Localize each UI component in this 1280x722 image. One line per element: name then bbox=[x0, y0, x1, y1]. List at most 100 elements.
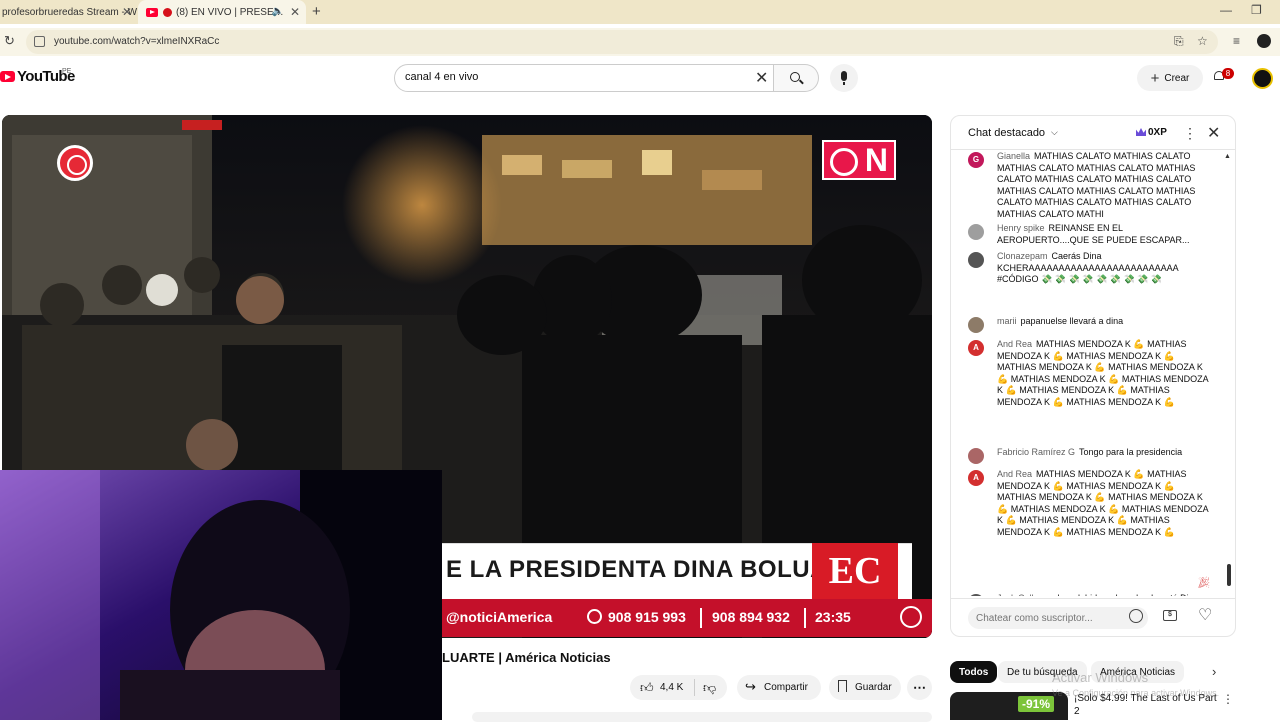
reading-list-icon[interactable]: ≡ bbox=[1233, 34, 1240, 48]
chat-author-avatar[interactable] bbox=[968, 448, 984, 464]
chat-message[interactable]: A And Rea MATHIAS MENDOZA K 💪 MATHIAS MEND… bbox=[968, 339, 1213, 408]
money-with-wings-icon: 💸 bbox=[1095, 274, 1108, 284]
account-avatar[interactable] bbox=[1252, 68, 1273, 89]
like-icon[interactable]: 👍︎ bbox=[640, 680, 654, 696]
speaker-icon[interactable]: 🔈 bbox=[272, 6, 284, 17]
more-actions-button[interactable]: ⋯ bbox=[907, 675, 932, 700]
chat-author-avatar[interactable] bbox=[968, 317, 984, 333]
money-with-wings-icon: 💸 bbox=[1054, 274, 1066, 284]
chat-message-text: MATHIAS MENDOZA K bbox=[1108, 362, 1203, 372]
search-button[interactable] bbox=[774, 64, 819, 92]
clear-search-icon[interactable]: ✕ bbox=[755, 68, 768, 88]
chat-author-name[interactable]: marii bbox=[997, 316, 1017, 326]
more-vert-icon[interactable]: ⋮ bbox=[1222, 692, 1234, 706]
chevron-down-icon[interactable]: ⌵ bbox=[1051, 127, 1058, 138]
emoji-picker-icon[interactable] bbox=[1129, 609, 1143, 623]
super-chat-icon[interactable]: $ bbox=[1163, 610, 1177, 621]
search-icon bbox=[790, 72, 800, 82]
money-with-wings-icon: 💸 bbox=[1082, 274, 1094, 284]
chat-author-name[interactable]: And Rea bbox=[997, 339, 1032, 349]
chat-message[interactable]: A And Rea MATHIAS MENDOZA K 💪 MATHIAS MEND… bbox=[968, 469, 1213, 538]
youtube-play-icon bbox=[0, 71, 15, 82]
chat-message[interactable]: Jack Calleneo han debido rodear donde est… bbox=[968, 593, 1213, 596]
chat-messages[interactable]: G Gianella MATHIAS CALATO MATHIAS CALATO M… bbox=[951, 151, 1235, 596]
reload-icon[interactable]: ↻ bbox=[4, 33, 15, 49]
chat-author-name[interactable]: And Rea bbox=[997, 469, 1032, 479]
heart-icon[interactable]: ♡ bbox=[1198, 605, 1212, 625]
close-tab-icon[interactable]: ✕ bbox=[122, 5, 132, 19]
flexed-biceps-icon: 💪 bbox=[1094, 362, 1106, 372]
flexed-biceps-icon: 💪 bbox=[1052, 526, 1064, 537]
money-with-wings-icon: 💸 bbox=[1041, 274, 1053, 284]
bookmark-icon bbox=[838, 680, 847, 692]
scroll-up-arrow-icon[interactable]: ▲ bbox=[1224, 153, 1231, 160]
browser-tab-bar: profesorbrueredas Stream - W ✕ (8) EN VI… bbox=[0, 0, 1280, 24]
share-button[interactable]: ↪ Compartir bbox=[737, 675, 821, 700]
new-tab-button[interactable]: + bbox=[312, 3, 321, 20]
url-box[interactable]: youtube.com/watch?v=xlmeINXRaCc bbox=[26, 30, 1218, 54]
like-dislike-group: 👍︎ 4,4 K 👎︎ bbox=[630, 675, 727, 700]
chat-author-name[interactable]: Clonazepam bbox=[997, 251, 1048, 261]
create-button[interactable]: + Crear bbox=[1137, 65, 1203, 91]
chat-message-text: MATHIAS CALATO MATHIAS CALATO MATHIAS CA… bbox=[997, 151, 1196, 219]
close-icon[interactable]: ✕ bbox=[1207, 123, 1220, 143]
install-app-icon[interactable]: ⎘ bbox=[1174, 34, 1184, 49]
country-code: PE bbox=[62, 68, 72, 75]
save-button[interactable]: Guardar bbox=[829, 675, 901, 700]
close-tab-icon[interactable]: ✕ bbox=[290, 5, 300, 19]
description-box[interactable] bbox=[472, 712, 932, 722]
flexed-biceps-icon: 💪 bbox=[1133, 469, 1145, 479]
more-vert-icon[interactable]: ⋮ bbox=[1183, 125, 1197, 142]
chat-message[interactable]: G Gianella MATHIAS CALATO MATHIAS CALATO M… bbox=[968, 151, 1213, 220]
search-input[interactable] bbox=[405, 71, 745, 83]
chat-author-name[interactable]: Fabricio Ramírez G bbox=[997, 447, 1075, 457]
chat-message[interactable]: Clonazepam Caerás Dina KCHERAAAAAAAAAAAAA… bbox=[968, 251, 1213, 286]
chat-message[interactable]: marii papanuelse llevará a dina bbox=[968, 316, 1213, 333]
related-video-thumbnail[interactable]: -91% bbox=[950, 692, 1068, 720]
chat-input-row: $ ♡ bbox=[951, 598, 1235, 636]
chevron-right-icon[interactable]: › bbox=[1212, 664, 1216, 679]
browser-tab[interactable]: profesorbrueredas Stream - W ✕ bbox=[0, 0, 138, 24]
chat-author-name[interactable]: Gianella bbox=[997, 151, 1030, 161]
separator bbox=[700, 608, 702, 628]
flexed-biceps-icon: 💪 bbox=[1005, 515, 1017, 525]
chat-author-avatar[interactable] bbox=[968, 224, 984, 240]
xp-counter[interactable]: 0XP bbox=[1148, 127, 1167, 138]
browser-tab-active[interactable]: (8) EN VIVO | PRESENTA 🔈 ✕ bbox=[138, 0, 306, 24]
like-count[interactable]: 4,4 K bbox=[660, 682, 683, 693]
notification-count-badge: 8 bbox=[1222, 68, 1234, 79]
flexed-biceps-icon: 💪 bbox=[997, 373, 1009, 384]
money-with-wings-icon: 💸 bbox=[1137, 274, 1149, 284]
chat-author-name[interactable]: Henry spike bbox=[997, 223, 1045, 233]
party-popper-icon[interactable]: 🎉︎ bbox=[1197, 576, 1211, 589]
chat-author-avatar[interactable]: A bbox=[968, 470, 984, 486]
chip-all[interactable]: Todos bbox=[950, 661, 998, 683]
youtube-favicon-icon bbox=[146, 7, 158, 17]
chat-message[interactable]: Fabricio Ramírez G Tongo para la presiden… bbox=[968, 447, 1213, 464]
bookmark-star-icon[interactable]: ☆ bbox=[1197, 34, 1208, 48]
chat-message-text: MATHIAS MENDOZA K bbox=[1108, 492, 1203, 502]
site-info-icon[interactable] bbox=[34, 36, 45, 47]
chat-author-avatar[interactable] bbox=[968, 594, 984, 596]
minimize-icon[interactable]: — bbox=[1220, 3, 1232, 17]
chat-author-avatar[interactable] bbox=[968, 252, 984, 268]
phone-number: 908 915 993 bbox=[608, 609, 686, 625]
chat-message[interactable]: Henry spike REINANSE EN EL AEROPUERTO....… bbox=[968, 223, 1213, 246]
browser-profile-avatar[interactable] bbox=[1257, 34, 1271, 48]
voice-search-button[interactable] bbox=[830, 64, 858, 92]
chat-author-name[interactable]: Jack Calleneo bbox=[997, 593, 1054, 596]
chat-mode-dropdown[interactable]: Chat destacado bbox=[968, 127, 1045, 139]
search-box[interactable] bbox=[394, 64, 774, 92]
maximize-icon[interactable]: ❐ bbox=[1251, 3, 1262, 17]
chat-author-avatar[interactable]: A bbox=[968, 340, 984, 356]
chat-input[interactable] bbox=[968, 607, 1148, 629]
chat-scrollbar-thumb[interactable] bbox=[1227, 564, 1231, 586]
chat-author-avatar[interactable]: G bbox=[968, 152, 984, 168]
live-dot-icon bbox=[163, 7, 172, 17]
whatsapp-icon bbox=[587, 609, 602, 624]
url-text[interactable]: youtube.com/watch?v=xlmeINXRaCc bbox=[54, 36, 219, 47]
plus-icon: + bbox=[1150, 69, 1160, 87]
dislike-icon[interactable]: 👎︎ bbox=[703, 680, 716, 696]
browser-address-bar: ↻ youtube.com/watch?v=xlmeINXRaCc ⎘ ☆ ≡ bbox=[0, 28, 1280, 56]
live-chat-panel: Chat destacado ⌵ 0XP ⋮ ✕ G Gianella MATHIA… bbox=[950, 115, 1236, 637]
